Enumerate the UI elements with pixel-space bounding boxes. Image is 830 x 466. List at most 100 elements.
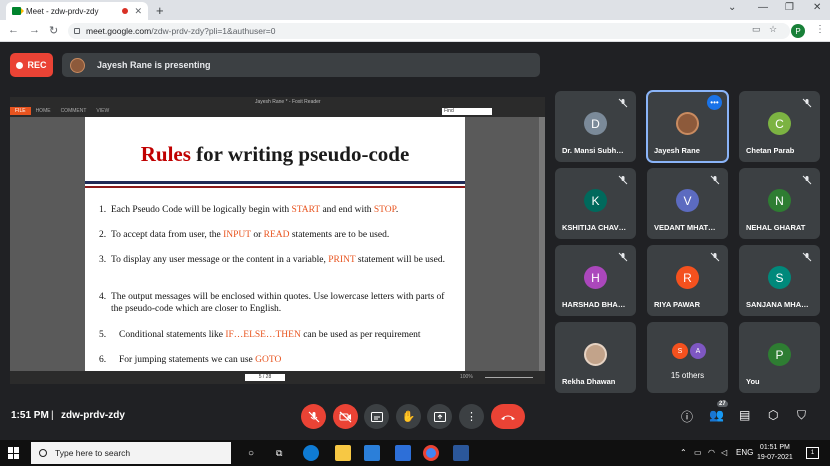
participant-tile[interactable]: C Chetan Parab [739,91,820,162]
slide-page: Rules for writing pseudo-code 1. Each Ps… [85,117,465,371]
tray-overflow-icon[interactable]: ⌃ [680,448,687,457]
list-text: statement will be used. [355,255,445,265]
mic-off-icon [618,98,628,108]
participant-tile[interactable]: S SANJANA MHA… [739,245,820,316]
camera-off-icon [339,411,352,422]
others-tile[interactable]: S A 15 others [647,322,728,393]
others-avatars: S A [672,343,708,359]
minimize-icon[interactable]: — [758,2,768,13]
pdf-scrollbar [539,117,545,371]
participant-name: SANJANA MHA… [746,300,809,309]
edge-icon[interactable] [303,445,319,461]
participants-count-badge: 27 [717,401,728,407]
participant-avatar: S [672,343,688,359]
participant-name: RIYA PAWAR [654,300,700,309]
camera-toggle-button[interactable] [333,404,358,429]
task-view-icon[interactable]: ⧉ [276,448,282,459]
participant-tile[interactable]: H HARSHAD BHA… [555,245,636,316]
activities-icon[interactable]: ⬡ [768,408,778,422]
taskbar-search-input[interactable]: Type here to search [31,442,231,464]
recording-indicator[interactable]: REC [10,53,53,77]
captions-button[interactable] [364,404,389,429]
participant-avatar: P [768,343,791,366]
battery-icon[interactable]: ▭ [694,448,702,457]
browser-menu-icon[interactable]: ⋮ [815,24,825,35]
cortana-icon[interactable]: ○ [248,448,254,459]
title-divider-blue [85,181,465,184]
mic-off-icon [618,175,628,185]
more-options-icon[interactable]: ••• [707,95,722,110]
self-tile[interactable]: P You [739,322,820,393]
profile-avatar[interactable]: P [791,24,805,38]
keyword-input: INPUT [223,230,251,240]
list-item: 1. Each Pseudo Code will be logically be… [99,204,457,216]
participant-tile[interactable]: V VEDANT MHAT… [647,168,728,239]
mic-off-icon [618,252,628,262]
slide-title: Rules for writing pseudo-code [85,142,465,167]
list-text: or [250,230,264,240]
participant-name: NEHAL GHARAT [746,223,806,232]
participant-photo [584,343,607,366]
participant-tile[interactable]: N NEHAL GHARAT [739,168,820,239]
mic-off-icon [710,252,720,262]
list-item: 5. Conditional statements like IF…ELSE…T… [99,329,457,341]
chat-icon[interactable]: ▤ [739,408,750,422]
list-item: 4. The output messages will be enclosed … [99,291,457,315]
new-tab-icon[interactable]: + [156,3,164,18]
wifi-icon[interactable]: ◠ [708,448,715,457]
close-tab-icon[interactable]: ✕ [134,6,142,17]
forward-icon[interactable]: → [29,24,40,36]
participant-tile[interactable]: ••• Jayesh Rane [646,90,729,163]
participant-tile[interactable]: K KSHITIJA CHAV… [555,168,636,239]
present-button[interactable] [427,404,452,429]
close-window-icon[interactable]: ✕ [813,2,821,13]
url-path: /zdw-prdv-zdy?pli=1&authuser=0 [151,26,276,36]
url-field[interactable]: meet.google.com/zdw-prdv-zdy?pli=1&authu… [68,23,790,39]
participant-name: Chetan Parab [746,146,795,155]
windows-start-icon[interactable] [8,447,20,459]
volume-icon[interactable]: ◁ [721,448,727,457]
word-icon[interactable] [453,445,469,461]
keyword-if-else-then: IF…ELSE…THEN [225,330,301,340]
mail-icon[interactable] [395,445,411,461]
taskbar-clock[interactable]: 01:51 PM 19-07-2021 [757,443,793,463]
keyword-stop: STOP [373,205,396,215]
bookmark-star-icon[interactable]: ☆ [769,24,777,35]
tab-search-icon[interactable]: ⌄ [728,2,736,13]
leave-call-button[interactable] [491,404,525,429]
people-icon[interactable]: 👥 [709,408,724,422]
reload-icon[interactable]: ↻ [49,24,58,37]
back-icon[interactable]: ← [8,24,19,36]
ribbon-tab-view: VIEW [96,108,110,114]
restore-icon[interactable]: ❐ [785,2,794,13]
list-text: The output messages will be enclosed wit… [111,292,445,314]
page-indicator: 5 / 28 [245,374,285,381]
host-controls-icon[interactable]: ⛉ [797,408,806,423]
list-text: statements are to be used. [289,230,390,240]
pdf-right-margin [465,117,545,371]
clock-date: 19-07-2021 [757,454,793,461]
slide-title-rest: for writing pseudo-code [190,142,410,166]
store-icon[interactable] [364,445,380,461]
hand-icon: ✋ [401,411,416,423]
meeting-code: zdw-prdv-zdy [61,410,125,421]
present-screen-icon [433,411,446,422]
raise-hand-button[interactable]: ✋ [396,404,421,429]
browser-tab[interactable]: Meet - zdw-prdv-zdy ✕ [6,2,148,20]
meeting-details-icon[interactable]: ⓘ [681,408,693,425]
chrome-icon[interactable] [423,445,439,461]
notification-center-icon[interactable]: 1 [806,447,819,459]
participant-avatar: N [768,189,791,212]
mic-toggle-button[interactable] [301,404,326,429]
participant-tile[interactable]: D Dr. Mansi Subh… [555,91,636,162]
pdf-toolbar: Jayesh Rane * - Foxit Reader FILE HOME C… [10,97,545,117]
file-explorer-icon[interactable] [335,445,351,461]
ribbon-tab-file: FILE [10,107,31,115]
participant-tile[interactable]: Rekha Dhawan [555,322,636,393]
participant-photo [676,112,699,135]
more-options-button[interactable]: ⋮ [459,404,484,429]
participant-avatar: V [676,189,699,212]
participant-tile[interactable]: R RIYA PAWAR [647,245,728,316]
language-indicator[interactable]: ENG [736,448,753,457]
cast-icon[interactable]: ▭ [752,24,761,35]
